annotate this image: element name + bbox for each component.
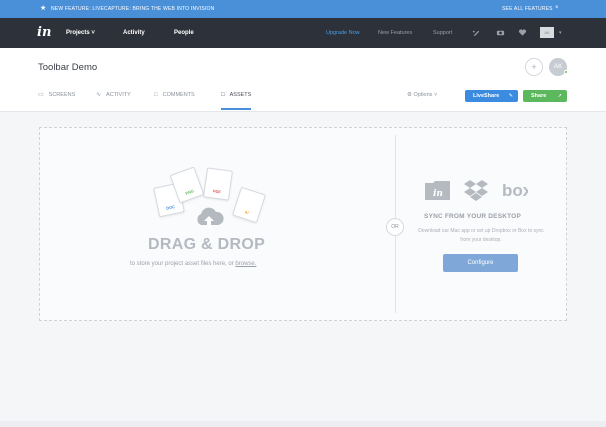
star-icon: ★ <box>40 5 47 12</box>
project-title: Toolbar Demo <box>38 62 98 73</box>
sync-title: SYNC FROM YOUR DESKTOP <box>424 213 521 220</box>
pdf-file-icon: PDF <box>203 167 233 201</box>
svg-text:box: box <box>502 181 528 200</box>
upgrade-now-link[interactable]: Upgrade Now <box>326 30 360 36</box>
tab-screens[interactable]: ▭ Screens <box>38 92 75 110</box>
close-icon[interactable]: × <box>555 5 559 11</box>
add-collaborator-button[interactable]: + <box>525 58 543 76</box>
monitor-icon: ▭ <box>38 92 44 98</box>
configure-button[interactable]: Configure <box>443 254 518 272</box>
page-footer-strip <box>0 421 606 427</box>
tab-comments[interactable]: □ Comments <box>154 92 195 110</box>
gear-icon: ⚙ <box>407 92 412 98</box>
drag-drop-title: DRAG & DROP <box>148 236 266 253</box>
link-icon: ➚ <box>557 93 562 99</box>
chevron-down-icon[interactable]: ▾ <box>559 30 562 36</box>
nav-activity[interactable]: Activity <box>123 30 145 36</box>
options-dropdown[interactable]: ⚙ Options ˅ <box>407 92 437 98</box>
share-button[interactable]: Share ➚ <box>523 90 567 102</box>
online-status-dot <box>564 70 568 74</box>
svg-text:in: in <box>433 189 443 199</box>
cloud-upload-icon <box>197 207 224 228</box>
tab-activity[interactable]: ∿ Activity <box>96 92 131 110</box>
folder-icon: □ <box>221 92 225 98</box>
user-avatar[interactable]: AK <box>540 27 554 38</box>
pen-tool-icon[interactable] <box>471 28 481 38</box>
top-navigation: in Projects ˅ Activity People Upgrade No… <box>0 18 606 48</box>
invision-logo[interactable]: in <box>37 25 51 40</box>
liveshare-icon: ✎ <box>508 93 513 99</box>
tab-assets[interactable]: □ Assets <box>221 92 252 110</box>
invision-sync-icon: in <box>425 181 450 200</box>
support-link[interactable]: Support <box>433 30 452 36</box>
box-icon: box <box>502 181 533 200</box>
activity-pulse-icon: ∿ <box>96 92 102 98</box>
feature-banner: ★ NEW FEATURE: LIVECAPTURE: BRING THE WE… <box>0 0 606 18</box>
project-header: Toolbar Demo + AK ▭ Screens ∿ Activity □ Co… <box>0 48 606 112</box>
new-features-link[interactable]: New Features <box>378 30 412 36</box>
banner-message[interactable]: NEW FEATURE: LIVECAPTURE: BRING THE WEB … <box>51 6 214 12</box>
browse-link[interactable]: browse. <box>235 261 256 267</box>
nav-projects[interactable]: Projects ˅ <box>66 30 95 36</box>
dropbox-icon <box>464 180 488 201</box>
nav-people[interactable]: People <box>174 30 194 36</box>
liveshare-button[interactable]: LiveShare ✎ <box>465 90 518 102</box>
sync-service-icons: in box <box>424 178 533 207</box>
camera-icon[interactable] <box>495 28 505 38</box>
heart-icon[interactable] <box>517 28 527 38</box>
or-separator: OR <box>386 218 404 236</box>
asset-dropzone[interactable] <box>39 127 567 321</box>
comment-icon: □ <box>154 92 158 98</box>
see-all-features-link[interactable]: SEE ALL FEATURES <box>502 6 553 12</box>
drag-drop-subtitle: to store your project asset files here, … <box>130 261 257 267</box>
sync-description: Download our Mac app or set up Dropbox o… <box>418 228 544 243</box>
